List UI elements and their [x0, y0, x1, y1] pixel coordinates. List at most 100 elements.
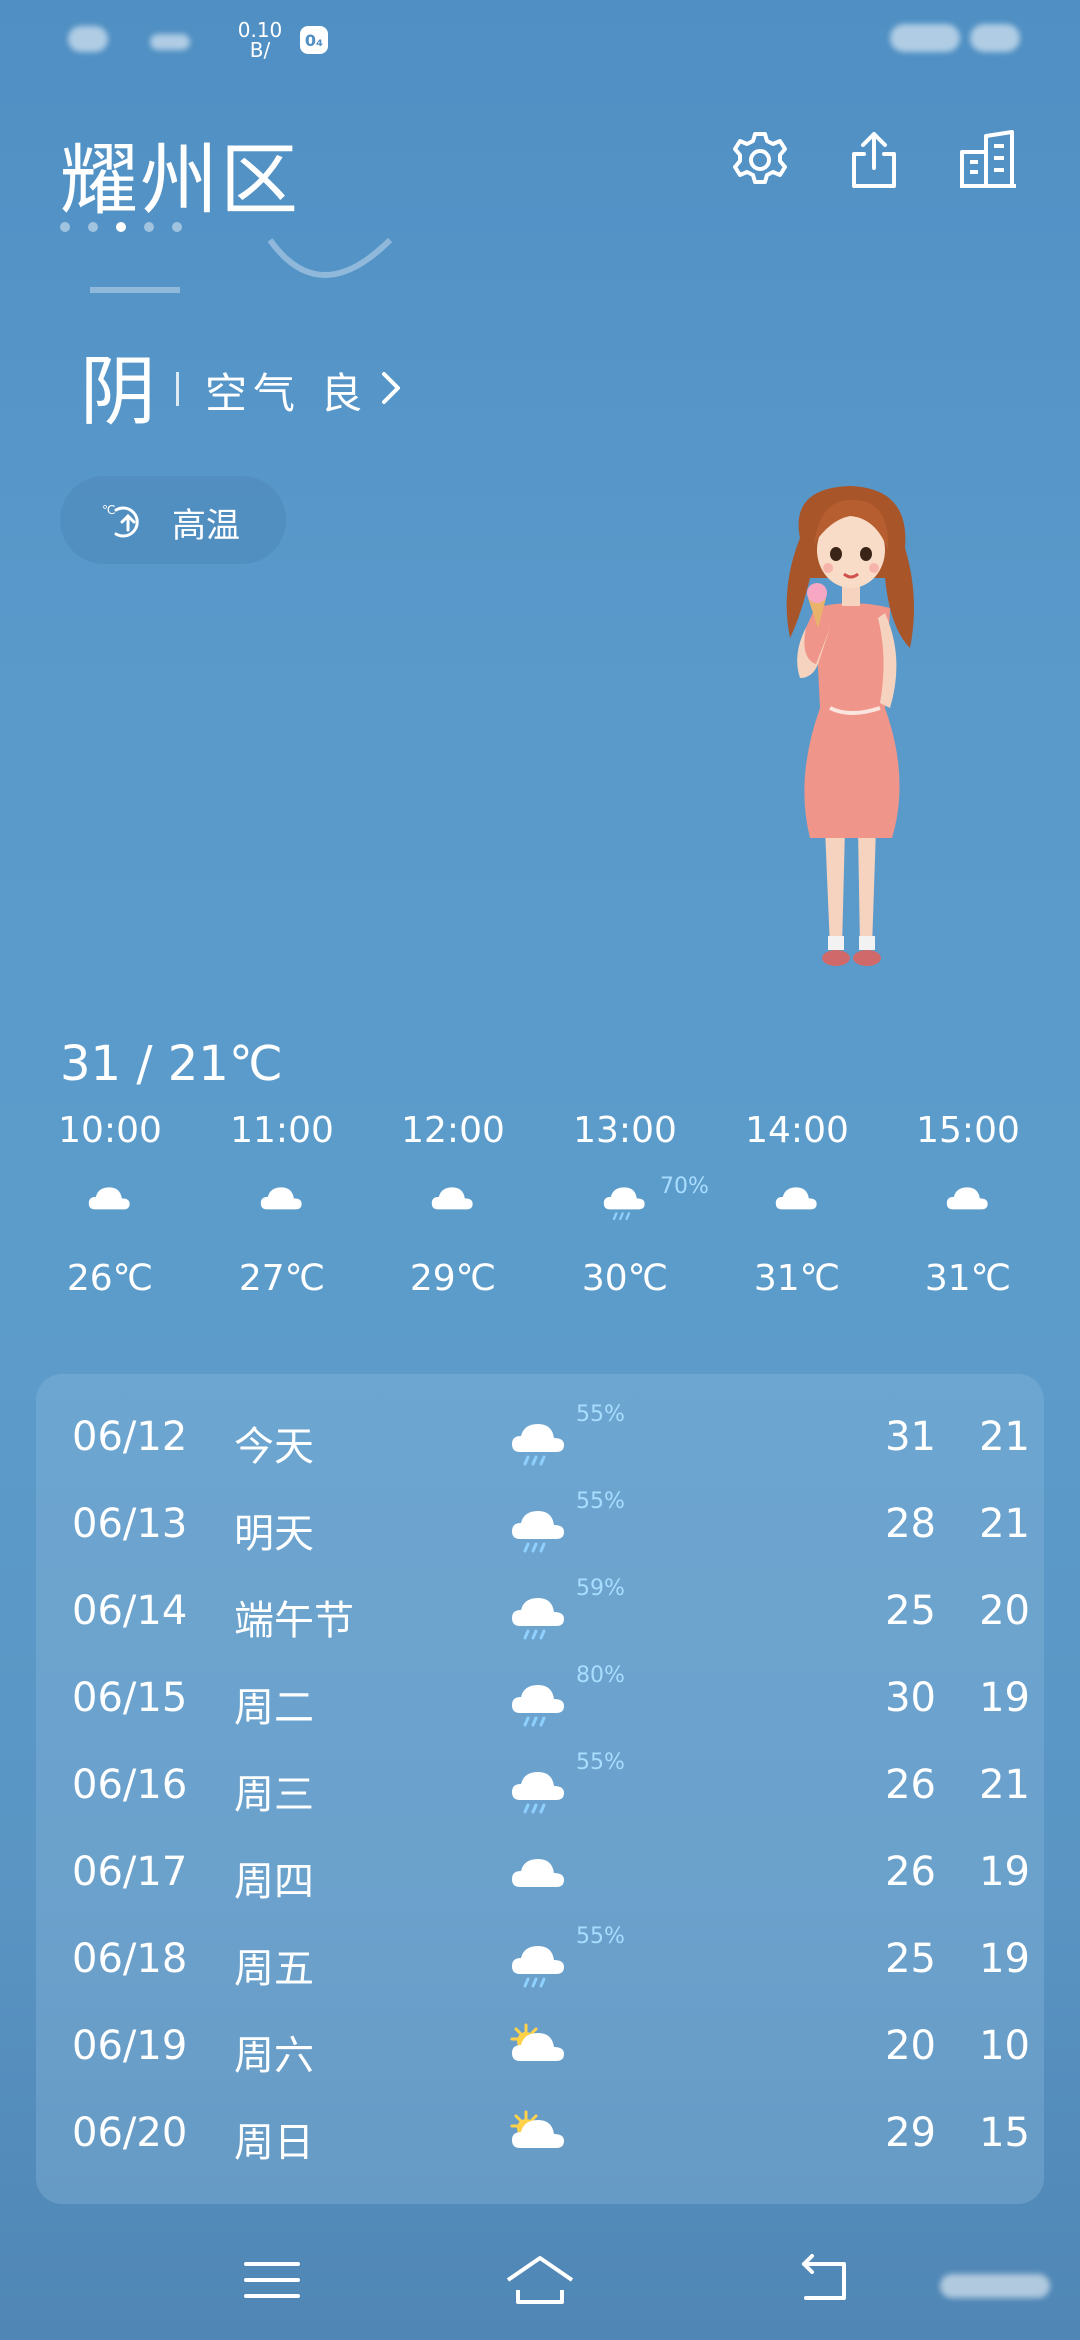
daily-precip: 55% — [576, 1750, 625, 1775]
network-speed: 0.10 B/ — [230, 20, 290, 60]
partly-sunny-icon — [510, 2023, 564, 2061]
daily-high-temp: 26 — [885, 1849, 936, 1895]
rain-cloud-icon — [512, 1685, 564, 1727]
daily-low-temp: 19 — [979, 1936, 1030, 1982]
hourly-item: 15:00 31℃ — [883, 1110, 1053, 1299]
daily-low-temp: 15 — [979, 2110, 1030, 2156]
daily-row[interactable]: 06/15 周二 80% 30 19 — [36, 1657, 1044, 1744]
system-nav-bar — [0, 2230, 1080, 2340]
daily-date: 06/19 — [72, 2023, 188, 2069]
daily-day-name: 周六 — [234, 2033, 314, 2079]
hourly-temp: 27℃ — [238, 1258, 326, 1299]
cloud-icon — [88, 1187, 130, 1210]
hourly-forecast[interactable]: 10:00 26℃ 11:00 27℃ 12:00 29℃ 13:00 70% 30℃ 14:00… — [0, 1110, 1080, 1310]
daily-row[interactable]: 06/14 端午节 59% 25 20 — [36, 1570, 1044, 1657]
back-icon[interactable] — [790, 2250, 870, 2310]
home-icon[interactable] — [500, 2250, 580, 2310]
rain-cloud-icon — [512, 1946, 564, 1988]
daily-day-name: 周四 — [234, 1859, 314, 1905]
daily-high-temp: 29 — [885, 2110, 936, 2156]
daily-date: 06/18 — [72, 1936, 188, 1982]
hourly-item: 14:00 31℃ — [712, 1110, 882, 1299]
daily-date: 06/16 — [72, 1762, 188, 1808]
svg-text:℃: ℃ — [102, 503, 115, 517]
daily-precip: 55% — [576, 1402, 625, 1427]
alert-label: 高温 — [172, 506, 240, 546]
daily-low-temp: 20 — [979, 1588, 1030, 1634]
daily-low-temp: 21 — [979, 1501, 1030, 1547]
city-list-icon[interactable] — [956, 128, 1020, 192]
hourly-time: 14:00 — [745, 1110, 849, 1151]
daily-precip: 55% — [576, 1924, 625, 1949]
daily-row[interactable]: 06/20 周日 29 15 — [36, 2092, 1044, 2179]
rain-cloud-icon — [512, 1772, 564, 1814]
hourly-time: 11:00 — [230, 1110, 334, 1151]
current-temp-remnant — [90, 237, 393, 293]
rain-cloud-icon — [512, 1424, 564, 1466]
air-quality-link[interactable]: 空气 良 — [205, 360, 368, 421]
hourly-precip: 70% — [660, 1174, 709, 1199]
daily-forecast-card[interactable]: 06/12 今天 55% 31 21 06/13 明天 55% 28 21 06/14 端午节 59% 2… — [36, 1374, 1044, 2204]
daily-low-temp: 21 — [979, 1414, 1030, 1460]
hourly-temp: 31℃ — [753, 1258, 841, 1299]
hourly-time: 10:00 — [58, 1110, 162, 1151]
weather-alert-chip[interactable]: ℃ 高温 — [60, 476, 286, 564]
page-dot[interactable] — [60, 222, 70, 232]
cloud-icon — [512, 1859, 564, 1887]
daily-day-name: 明天 — [234, 1511, 314, 1557]
daily-row[interactable]: 06/17 周四 26 19 — [36, 1831, 1044, 1918]
status-bar: 0.10 B/ 0₄ — [0, 0, 1080, 80]
share-icon[interactable] — [842, 128, 906, 192]
hourly-temp: 31℃ — [924, 1258, 1012, 1299]
signal-icon — [68, 26, 108, 52]
chevron-right-icon[interactable] — [376, 368, 406, 408]
gear-icon[interactable] — [728, 128, 792, 192]
cloud-icon — [431, 1187, 473, 1210]
daily-day-name: 周五 — [234, 1946, 314, 1992]
rain-cloud-icon — [603, 1187, 645, 1221]
daily-high-temp: 26 — [885, 1762, 936, 1808]
battery-icon — [890, 24, 960, 52]
daily-precip: 55% — [576, 1489, 625, 1514]
network-speed-unit: B/ — [249, 38, 271, 62]
partly-sunny-icon — [510, 2110, 564, 2148]
hourly-time: 12:00 — [401, 1110, 505, 1151]
current-condition: 阴 — [80, 347, 156, 436]
daily-date: 06/14 — [72, 1588, 188, 1634]
wifi-icon — [150, 34, 190, 50]
hourly-item: 13:00 70% 30℃ — [540, 1110, 710, 1299]
cloud-icon — [946, 1187, 988, 1210]
daily-high-temp: 30 — [885, 1675, 936, 1721]
menu-icon[interactable] — [232, 2250, 312, 2310]
today-temp-range: 31 / 21℃ — [60, 1036, 283, 1092]
daily-day-name: 周三 — [234, 1772, 314, 1818]
daily-row[interactable]: 06/18 周五 55% 25 19 — [36, 1918, 1044, 2005]
daily-high-temp: 25 — [885, 1936, 936, 1982]
daily-low-temp: 19 — [979, 1849, 1030, 1895]
rain-cloud-icon — [512, 1511, 564, 1553]
daily-day-name: 端午节 — [234, 1598, 354, 1644]
daily-high-temp: 25 — [885, 1588, 936, 1634]
daily-day-name: 今天 — [234, 1424, 314, 1470]
daily-date: 06/15 — [72, 1675, 188, 1721]
daily-row[interactable]: 06/16 周三 55% 26 21 — [36, 1744, 1044, 1831]
daily-low-temp: 21 — [979, 1762, 1030, 1808]
cloud-icon — [260, 1187, 302, 1210]
daily-low-temp: 10 — [979, 2023, 1030, 2069]
hourly-time: 13:00 — [573, 1110, 677, 1151]
daily-date: 06/20 — [72, 2110, 188, 2156]
daily-date: 06/13 — [72, 1501, 188, 1547]
hourly-temp: 30℃ — [581, 1258, 669, 1299]
daily-row[interactable]: 06/13 明天 55% 28 21 — [36, 1483, 1044, 1570]
hourly-item: 11:00 27℃ — [197, 1110, 367, 1299]
hourly-time: 15:00 — [916, 1110, 1020, 1151]
daily-row[interactable]: 06/12 今天 55% 31 21 — [36, 1396, 1044, 1483]
city-title[interactable]: 耀州区 — [60, 118, 300, 230]
hourly-temp: 26℃ — [66, 1258, 154, 1299]
daily-row[interactable]: 06/19 周六 20 10 — [36, 2005, 1044, 2092]
daily-day-name: 周日 — [234, 2120, 314, 2166]
hourly-item: 12:00 29℃ — [368, 1110, 538, 1299]
daily-precip: 80% — [576, 1663, 625, 1688]
rain-cloud-icon — [512, 1598, 564, 1640]
daily-high-temp: 28 — [885, 1501, 936, 1547]
